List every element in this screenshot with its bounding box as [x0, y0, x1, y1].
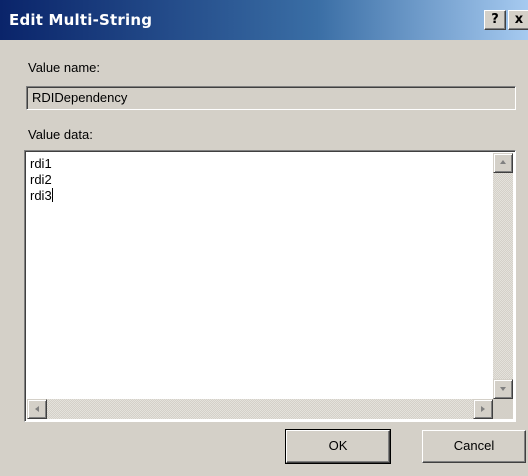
arrow-up-icon [500, 160, 506, 164]
value-data-line-1: rdi1 [30, 156, 52, 171]
value-data-line-2: rdi2 [30, 172, 52, 187]
scroll-left-button[interactable] [27, 399, 47, 419]
title-bar[interactable]: Edit Multi-String ? x [0, 0, 528, 40]
value-name-field: RDIDependency [26, 86, 516, 110]
scroll-down-button[interactable] [493, 379, 513, 399]
vertical-scrollbar[interactable] [493, 153, 513, 399]
value-data-line-3: rdi3 [30, 188, 53, 204]
scrollbar-corner [493, 399, 513, 419]
scroll-right-button[interactable] [473, 399, 493, 419]
value-data-lines: rdi1 rdi2 rdi3 [30, 156, 53, 204]
horizontal-scrollbar[interactable] [27, 399, 493, 419]
help-button[interactable]: ? [484, 10, 506, 30]
text-caret [51, 188, 53, 202]
value-data-line-3-text: rdi3 [30, 188, 52, 203]
value-name-label: Value name: [28, 60, 101, 75]
ok-button[interactable]: OK [285, 429, 391, 464]
value-data-label: Value data: [28, 127, 93, 142]
arrow-right-icon [481, 406, 485, 412]
dialog-title: Edit Multi-String [9, 11, 153, 29]
cancel-button[interactable]: Cancel [422, 430, 526, 463]
scroll-up-button[interactable] [493, 153, 513, 173]
edit-multi-string-dialog: Edit Multi-String ? x Value name: RDIDep… [0, 0, 528, 476]
close-button[interactable]: x [508, 10, 528, 30]
value-data-textarea[interactable]: rdi1 rdi2 rdi3 [24, 150, 516, 422]
arrow-down-icon [500, 387, 506, 391]
arrow-left-icon [35, 406, 39, 412]
